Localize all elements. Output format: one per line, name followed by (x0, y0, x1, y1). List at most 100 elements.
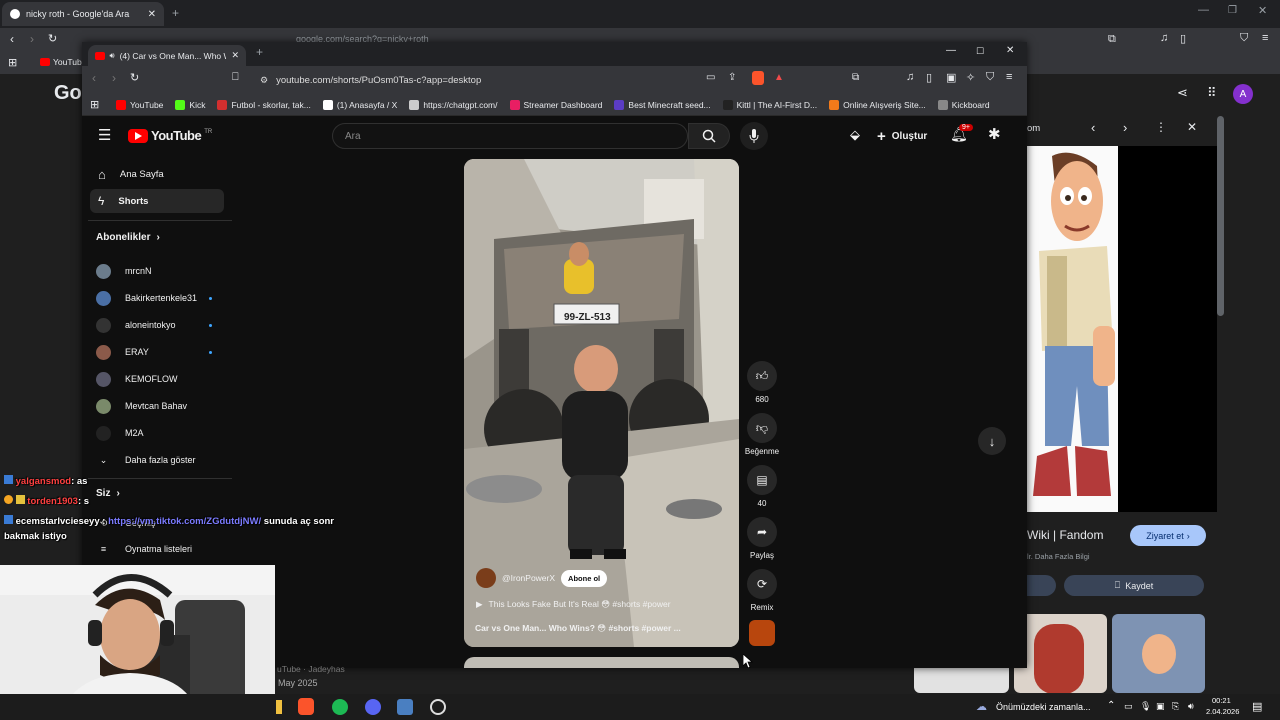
hamburger-menu-icon[interactable]: ☰ (98, 126, 111, 144)
maximize-icon[interactable]: ❐ (1228, 5, 1237, 16)
playlist-row[interactable]: ▶ This Looks Fake But It's Real 😳 #short… (476, 599, 671, 610)
brave-browser-icon[interactable] (298, 698, 314, 715)
google-apps-icon[interactable]: ⠿ (1207, 85, 1217, 101)
result-title[interactable]: Wiki | Fandom (1027, 528, 1103, 542)
voice-search-button[interactable] (740, 122, 768, 150)
close-window-icon[interactable]: ✕ (1258, 4, 1267, 17)
bookmark-item[interactable]: YouTube (116, 99, 163, 110)
inner-tab-active[interactable]: 🔊︎ (4) Car vs One Man... Who W ✕ (88, 45, 246, 66)
chevron-up-icon[interactable]: ⌃ (1107, 700, 1115, 711)
forward-arrow-icon[interactable]: › (30, 32, 34, 46)
channel-avatar[interactable] (476, 568, 496, 588)
site-info-icon[interactable]: ⚙ (260, 75, 268, 86)
network-icon[interactable]: ⎘ (1172, 701, 1179, 712)
scrollbar[interactable] (1217, 116, 1224, 316)
spotify-icon[interactable] (332, 699, 348, 715)
sidebar-toggle-icon[interactable]: ▯ (926, 71, 932, 84)
share-panel-button[interactable] (1027, 575, 1056, 596)
dislike-button[interactable]: 👎︎ (747, 413, 777, 443)
settings-app-icon[interactable] (397, 699, 413, 715)
bookmark-item[interactable]: Futbol - skorlar, tak... (217, 99, 311, 110)
sidebar-item-playlists[interactable]: ≡ Oynatma listeleri (90, 537, 224, 561)
subscription-item[interactable]: ERAY (90, 340, 224, 364)
subscription-item[interactable]: mrcnN (90, 259, 224, 283)
bookmark-item[interactable]: Kittl | The AI-First D... (722, 99, 817, 110)
create-button[interactable]: + Oluştur (877, 125, 927, 147)
subscribe-button[interactable]: Abone ol (561, 569, 608, 587)
new-tab-icon[interactable]: + (256, 45, 263, 59)
like-button[interactable]: 👍︎ (747, 361, 777, 391)
sound-thumbnail[interactable] (749, 620, 775, 646)
clock-time[interactable]: 00:21 (1212, 696, 1231, 705)
more-options-icon[interactable]: ⋮ (1155, 120, 1167, 134)
apps-grid-icon[interactable]: ⊞ (8, 56, 17, 69)
share-icon[interactable]: ⇪ (728, 72, 736, 83)
speaker-icon[interactable]: 🔊︎ (110, 51, 115, 61)
back-bookmark-youtube[interactable]: YouTub (53, 57, 82, 67)
subscription-item[interactable]: Bakirkertenkele31 (90, 286, 224, 310)
back-tab[interactable]: nicky roth - Google'da Ara ✕ (2, 2, 164, 26)
chat-link[interactable]: https://vm.tiktok.com/ZGdutdjNW/ (108, 516, 261, 527)
visit-button[interactable]: Ziyaret et › (1130, 525, 1206, 546)
extensions-icon[interactable]: ⧉ (852, 72, 859, 83)
clock-date[interactable]: 2.04.2026 (1206, 707, 1239, 716)
search-input[interactable]: Ara (332, 123, 688, 149)
short-video-player[interactable]: 99-ZL-513 @IronPowerX Abone ol ▶ This Lo… (464, 159, 739, 647)
bookmark-item[interactable]: Kickboard (937, 99, 990, 110)
bookmark-item[interactable]: Streamer Dashboard (509, 99, 602, 110)
remix-button[interactable]: ⟳ (747, 569, 777, 599)
comment-button[interactable]: ▤ (747, 465, 777, 495)
brave-shield-icon[interactable] (752, 71, 764, 85)
reload-icon[interactable]: ↻ (48, 32, 57, 45)
share-button[interactable]: ➦ (747, 517, 777, 547)
bookmark-item[interactable]: (1) Anasayfa / X (322, 99, 397, 110)
reload-icon[interactable]: ↻ (130, 71, 139, 84)
minimize-icon[interactable]: — (946, 45, 956, 56)
bookmark-item[interactable]: Best Minecraft seed... (614, 99, 711, 110)
mic-tray-icon[interactable]: 🎙︎ (1140, 701, 1151, 712)
shield-icon[interactable]: ⛉ (986, 71, 994, 84)
shield-icon[interactable]: ⛉ (1240, 32, 1248, 45)
new-tab-icon[interactable]: + (172, 6, 179, 20)
bookmark-item[interactable]: https://chatgpt.com/ (409, 99, 498, 110)
display-icon[interactable]: ▣ (1156, 701, 1165, 712)
wallet-icon[interactable]: ▣ (946, 71, 956, 84)
related-image-3[interactable] (1112, 614, 1205, 693)
share-icon[interactable]: ⋖ (1177, 85, 1188, 101)
next-arrow-icon[interactable]: › (1123, 120, 1127, 135)
account-avatar[interactable]: A (1233, 84, 1253, 104)
search-button[interactable] (688, 123, 730, 149)
forward-arrow-icon[interactable]: › (112, 71, 116, 85)
bookmark-item[interactable]: Kick (175, 99, 205, 110)
prev-arrow-icon[interactable]: ‹ (1091, 120, 1095, 135)
notifications-button[interactable]: 🔔︎ 9+ (950, 124, 973, 144)
user-avatar-icon[interactable]: ✱ (988, 125, 1001, 143)
sidebar-item-shorts[interactable]: ϟ Shorts (90, 189, 224, 213)
show-more-button[interactable]: ⌄ Daha fazla göster (90, 448, 224, 472)
subscription-item[interactable]: M2A (90, 421, 224, 445)
cartoon-character-image[interactable] (1027, 146, 1118, 512)
close-tab-icon[interactable]: ✕ (231, 50, 239, 61)
close-panel-icon[interactable]: ✕ (1187, 120, 1197, 134)
sidebar-icon[interactable]: ▯ (1180, 32, 1186, 45)
maximize-icon[interactable]: ☐ (976, 46, 984, 57)
next-short-button[interactable]: ↓ (978, 427, 1006, 455)
menu-icon[interactable]: ≡ (1006, 71, 1012, 83)
subscriptions-header[interactable]: Abonelikler › (96, 232, 160, 243)
channel-handle[interactable]: @IronPowerX (502, 573, 555, 583)
discord-icon[interactable] (365, 699, 381, 715)
apps-grid-icon[interactable]: ⊞ (90, 98, 99, 111)
record-app-icon[interactable] (430, 699, 446, 715)
ai-icon[interactable]: ✧ (966, 71, 975, 84)
close-icon[interactable]: ✕ (148, 9, 156, 20)
cast-badge-icon[interactable]: ⬙ (850, 127, 860, 143)
weather-text[interactable]: Önümüzdeki zamanla... (996, 702, 1091, 712)
back-arrow-icon[interactable]: ‹ (10, 32, 14, 46)
you-header[interactable]: Siz › (96, 488, 120, 499)
taskbar-app-icon[interactable] (276, 700, 282, 714)
subscription-item[interactable]: KEMOFLOW (90, 367, 224, 391)
volume-icon[interactable]: 🔊︎ (1188, 701, 1194, 712)
back-arrow-icon[interactable]: ‹ (92, 71, 96, 85)
extensions-icon[interactable]: ⧉ (1108, 33, 1116, 46)
minimize-icon[interactable]: — (1198, 4, 1209, 16)
